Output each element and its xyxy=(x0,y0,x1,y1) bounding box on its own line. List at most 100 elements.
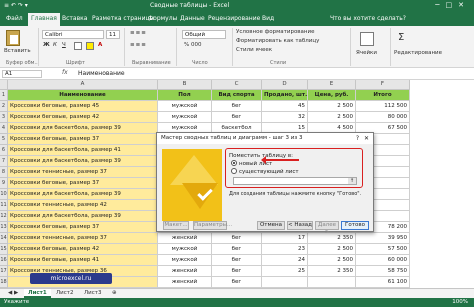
table-cell[interactable]: бег xyxy=(212,255,262,266)
table-cell[interactable]: 57 500 xyxy=(356,244,410,255)
table-cell[interactable]: Кроссовки для баскетбола, размер 39 xyxy=(8,123,158,134)
column-header-a[interactable]: A xyxy=(8,80,158,90)
close-icon[interactable]: ✕ xyxy=(364,133,369,144)
table-cell[interactable]: 32 xyxy=(262,112,308,123)
table-cell[interactable]: мужской xyxy=(158,244,212,255)
row-header[interactable]: 13 xyxy=(0,222,8,233)
table-cell[interactable]: Кроссовки беговые, размер 41 xyxy=(8,255,158,266)
sum-icon[interactable]: Σ xyxy=(398,32,404,43)
column-header-c[interactable]: C xyxy=(212,80,262,90)
column-header-d[interactable]: D xyxy=(262,80,308,90)
table-cell[interactable]: 80 000 xyxy=(356,112,410,123)
table-header-cell[interactable]: Продано, шт. xyxy=(262,90,308,101)
next-button[interactable]: Далее > xyxy=(315,221,339,235)
table-cell[interactable]: 39 950 xyxy=(356,233,410,244)
table-header-cell[interactable]: Вид спорта xyxy=(212,90,262,101)
row-header[interactable]: 15 xyxy=(0,244,8,255)
table-cell[interactable]: 2 350 xyxy=(308,266,356,277)
bold-button[interactable]: Ж xyxy=(43,42,50,48)
table-cell[interactable]: бег xyxy=(212,244,262,255)
row-header[interactable]: 12 xyxy=(0,211,8,222)
row-header[interactable]: 5 xyxy=(0,134,8,145)
row-header[interactable]: 4 xyxy=(0,123,8,134)
table-cell[interactable]: бег xyxy=(212,112,262,123)
paste-icon[interactable] xyxy=(6,30,20,46)
table-cell[interactable]: 2 500 xyxy=(308,244,356,255)
table-cell[interactable]: мужской xyxy=(158,255,212,266)
add-sheet-icon[interactable]: ⊕ xyxy=(108,289,121,298)
row-header[interactable]: 9 xyxy=(0,178,8,189)
table-cell[interactable]: бег xyxy=(212,277,262,288)
radio-existing-sheet[interactable]: существующий лист xyxy=(231,168,299,176)
table-cell[interactable]: женский xyxy=(158,277,212,288)
sheet-tab-1[interactable]: Лист1 xyxy=(24,289,51,298)
back-button[interactable]: < Назад xyxy=(287,221,313,230)
table-cell[interactable]: мужской xyxy=(158,112,212,123)
table-cell[interactable]: женский xyxy=(158,266,212,277)
table-cell[interactable]: женский xyxy=(158,233,212,244)
table-cell[interactable]: 2 350 xyxy=(308,233,356,244)
table-cell[interactable]: 25 xyxy=(262,266,308,277)
layout-button[interactable]: Макет... xyxy=(163,221,189,230)
paste-button[interactable]: Вставить xyxy=(4,48,31,54)
table-header-cell[interactable]: Пол xyxy=(158,90,212,101)
tab-page-layout[interactable]: Разметка страницы xyxy=(92,15,154,22)
row-header[interactable]: 16 xyxy=(0,255,8,266)
row-header[interactable]: 11 xyxy=(0,200,8,211)
table-cell[interactable]: Кроссовки теннисные, размер 42 xyxy=(8,200,158,211)
sheet-nav-icon[interactable]: ◀ ▶ xyxy=(4,289,22,298)
table-cell[interactable]: Кроссовки теннисные, размер 37 xyxy=(8,233,158,244)
row-header[interactable]: 2 xyxy=(0,101,8,112)
table-header-cell[interactable]: Цена, руб. xyxy=(308,90,356,101)
radio-new-sheet[interactable]: новый лист xyxy=(231,160,272,168)
row-header[interactable]: 17 xyxy=(0,266,8,277)
range-input[interactable]: ↑ xyxy=(233,177,357,185)
column-header-f[interactable]: F xyxy=(356,80,410,90)
sheet-tab-3[interactable]: Лист3 xyxy=(80,289,105,298)
table-cell[interactable]: бег xyxy=(212,101,262,112)
table-header-cell[interactable]: Итого xyxy=(356,90,410,101)
finish-button[interactable]: Готово xyxy=(341,221,369,230)
row-header[interactable]: 6 xyxy=(0,145,8,156)
table-cell[interactable]: 23 xyxy=(262,244,308,255)
align-top-icon[interactable]: ≡≡≡ xyxy=(130,30,147,36)
percent-button[interactable]: % 000 xyxy=(184,42,201,48)
cell-styles-button[interactable]: Стили ячеек xyxy=(236,47,272,53)
table-cell[interactable] xyxy=(262,277,308,288)
table-cell[interactable]: Кроссовки для баскетбола, размер 39 xyxy=(8,189,158,200)
row-header[interactable]: 8 xyxy=(0,167,8,178)
zoom-level[interactable]: 100% xyxy=(452,299,468,305)
cells-icon[interactable] xyxy=(360,32,374,46)
options-button[interactable]: Параметры... xyxy=(193,221,232,230)
quick-access-toolbar[interactable]: ≡ ↶ ↷ ▾ xyxy=(4,2,28,9)
tab-home[interactable]: Главная xyxy=(28,13,60,26)
column-header-b[interactable]: B xyxy=(158,80,212,90)
help-icon[interactable]: ? xyxy=(356,133,359,144)
table-cell[interactable]: мужской xyxy=(158,101,212,112)
fill-color-icon[interactable] xyxy=(86,42,94,50)
sheet-tab-2[interactable]: Лист2 xyxy=(52,289,77,298)
table-cell[interactable] xyxy=(308,277,356,288)
font-color-icon[interactable]: А xyxy=(98,42,102,48)
table-cell[interactable]: 45 xyxy=(262,101,308,112)
italic-button[interactable]: К xyxy=(53,42,57,48)
table-cell[interactable]: 58 750 xyxy=(356,266,410,277)
column-header-e[interactable]: E xyxy=(308,80,356,90)
font-size-select[interactable]: 11 xyxy=(106,30,120,39)
table-cell[interactable]: Кроссовки для баскетбола, размер 41 xyxy=(8,145,158,156)
table-cell[interactable]: 2 500 xyxy=(308,255,356,266)
formula-input[interactable]: Наименование xyxy=(78,70,125,77)
table-cell[interactable]: Кроссовки беговые, размер 37 xyxy=(8,134,158,145)
cancel-button[interactable]: Отмена xyxy=(257,221,285,230)
table-cell[interactable]: Кроссовки теннисные, размер 37 xyxy=(8,167,158,178)
cells-button[interactable]: Ячейки xyxy=(356,50,377,56)
table-cell[interactable]: 61 100 xyxy=(356,277,410,288)
row-header[interactable]: 1 xyxy=(0,90,8,101)
table-cell[interactable]: 60 000 xyxy=(356,255,410,266)
row-header[interactable]: 3 xyxy=(0,112,8,123)
font-name-select[interactable]: Calibri xyxy=(42,30,104,39)
table-header-cell[interactable]: Наименование xyxy=(8,90,158,101)
editing-button[interactable]: Редактирование xyxy=(394,50,442,56)
table-cell[interactable]: 112 500 xyxy=(356,101,410,112)
tab-view[interactable]: Вид xyxy=(262,15,274,22)
